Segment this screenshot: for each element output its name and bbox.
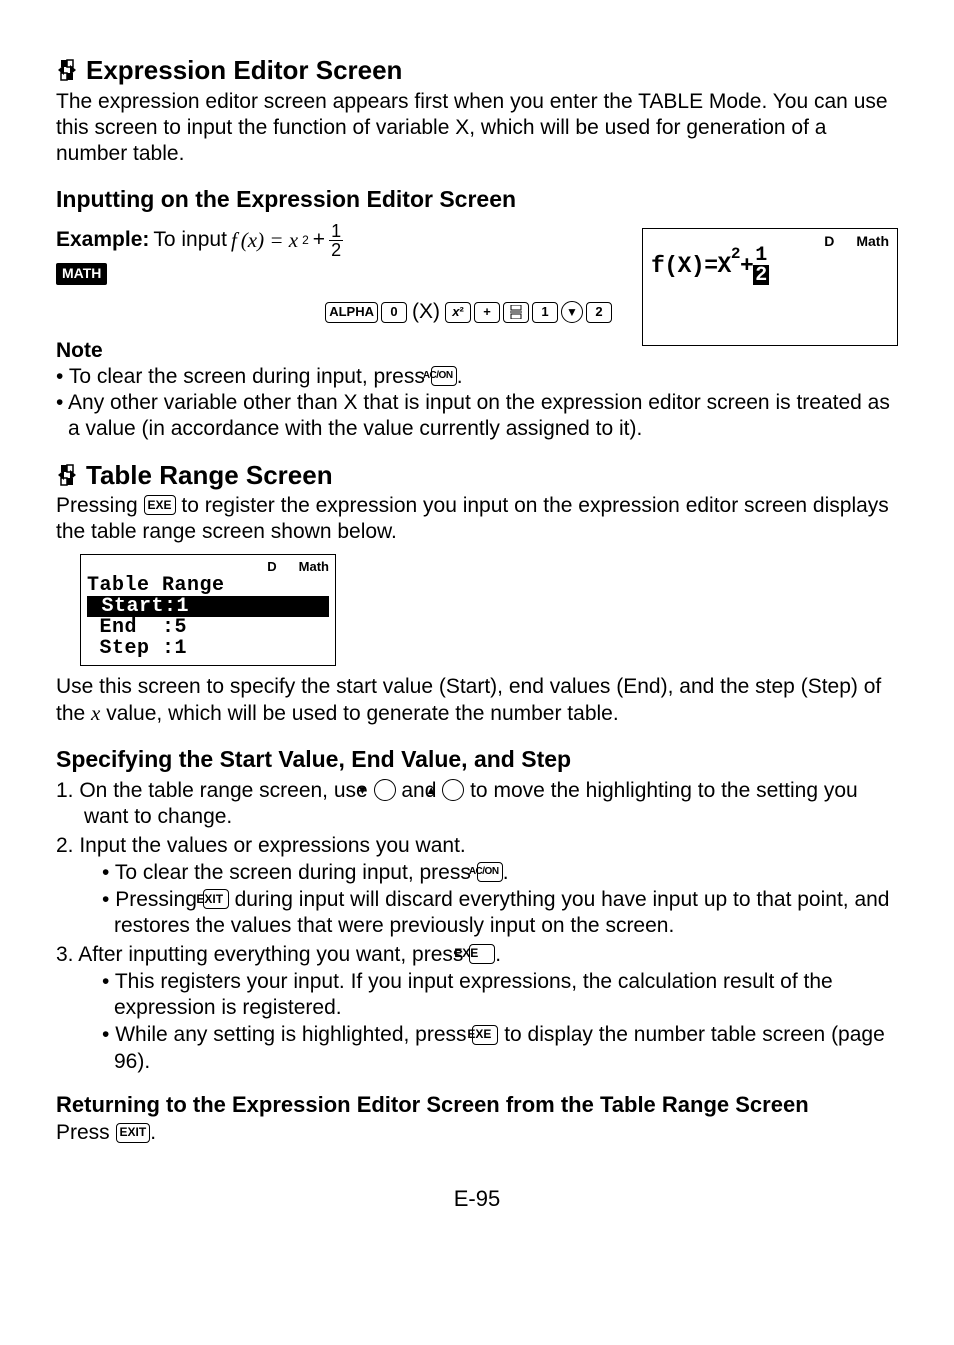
key-sequence: ALPHA 0 (X) x² + 1 ▼ 2 (325, 299, 612, 325)
list-sub-bullet: To clear the screen during input, press … (56, 860, 898, 886)
calculator-lcd-1: D Math f(X)=X2+ 1 2 (642, 228, 898, 346)
page-number: E-95 (56, 1185, 898, 1213)
lcd-frac: 1 2 (753, 246, 769, 285)
key-exit: EXIT (203, 889, 229, 909)
subheading: Specifying the Start Value, End Value, a… (56, 745, 898, 774)
note-bullet-1: To clear the screen during input, press … (56, 364, 898, 390)
key-frac (503, 302, 529, 323)
key-up: ▲ (442, 779, 464, 801)
press-exit: Press EXIT. (56, 1120, 898, 1146)
list-item-2: 2. Input the values or expressions you w… (56, 833, 898, 859)
key-exe: EXE (469, 944, 495, 964)
key-exe: EXE (472, 1025, 498, 1045)
lcd-status-d: D (267, 559, 276, 575)
lcd-status-d: D (824, 233, 834, 251)
lcd-line-3: End :5 (87, 617, 329, 638)
section-heading: Expression Editor Screen (56, 54, 898, 87)
list-sub-bullet: While any setting is highlighted, press … (56, 1022, 898, 1075)
key-exe: EXE (144, 495, 176, 515)
key-0: 0 (381, 302, 407, 323)
key-paren-x: (X) (410, 299, 442, 325)
key-down: ▼ (374, 779, 396, 801)
note-bullet-2: Any other variable other than X that is … (56, 390, 898, 443)
key-2: 2 (586, 302, 612, 323)
section-icon (56, 58, 78, 82)
subheading: Inputting on the Expression Editor Scree… (56, 185, 898, 214)
calculator-lcd-2: D Math Table Range Start:1 End :5 Step :… (80, 554, 336, 666)
list-sub-bullet: Pressing EXIT during input will discard … (56, 887, 898, 940)
key-ac: AC/ON (477, 862, 503, 882)
section-icon (56, 463, 78, 487)
example-label: Example: (56, 227, 149, 253)
section-title: Expression Editor Screen (86, 54, 402, 87)
lcd-line-2-selected: Start:1 (87, 596, 329, 617)
section-title: Table Range Screen (86, 459, 333, 492)
example-text: To input (153, 227, 227, 253)
section-intro: Pressing EXE to register the expression … (56, 493, 898, 546)
lcd-sup: 2 (731, 244, 740, 264)
section-heading: Table Range Screen (56, 459, 898, 492)
key-exit: EXIT (116, 1123, 151, 1143)
key-plus: + (474, 302, 500, 323)
lcd-status-math: Math (856, 233, 889, 251)
lcd-line-4: Step :1 (87, 638, 329, 659)
section-intro: The expression editor screen appears fir… (56, 89, 898, 168)
expr-sup: 2 (302, 233, 309, 248)
expr-f: f (231, 227, 237, 253)
key-down: ▼ (561, 301, 583, 323)
key-1: 1 (532, 302, 558, 323)
expr-plus: + (313, 227, 325, 253)
expr-frac: 12 (329, 222, 343, 259)
key-alpha: ALPHA (325, 302, 378, 323)
list-item-1: 1. On the table range screen, use ▼ and … (56, 778, 898, 831)
lcd-plus: + (740, 252, 753, 281)
math-badge: MATH (56, 263, 107, 285)
key-ac: AC/ON (431, 366, 457, 386)
lcd-status-math: Math (299, 559, 329, 575)
lcd-line1: f(X)=X (651, 252, 731, 281)
x-italic: x (91, 701, 100, 725)
lcd-line-1: Table Range (87, 575, 329, 596)
list-sub-bullet: This registers your input. If you input … (56, 969, 898, 1022)
expr-paren: (x) = x (241, 227, 298, 253)
numbered-list: 1. On the table range screen, use ▼ and … (56, 778, 898, 1075)
subheading: Returning to the Expression Editor Scree… (56, 1091, 898, 1119)
section-post: Use this screen to specify the start val… (56, 674, 898, 728)
list-item-3: 3. After inputting everything you want, … (56, 942, 898, 968)
key-x2: x² (445, 302, 471, 323)
